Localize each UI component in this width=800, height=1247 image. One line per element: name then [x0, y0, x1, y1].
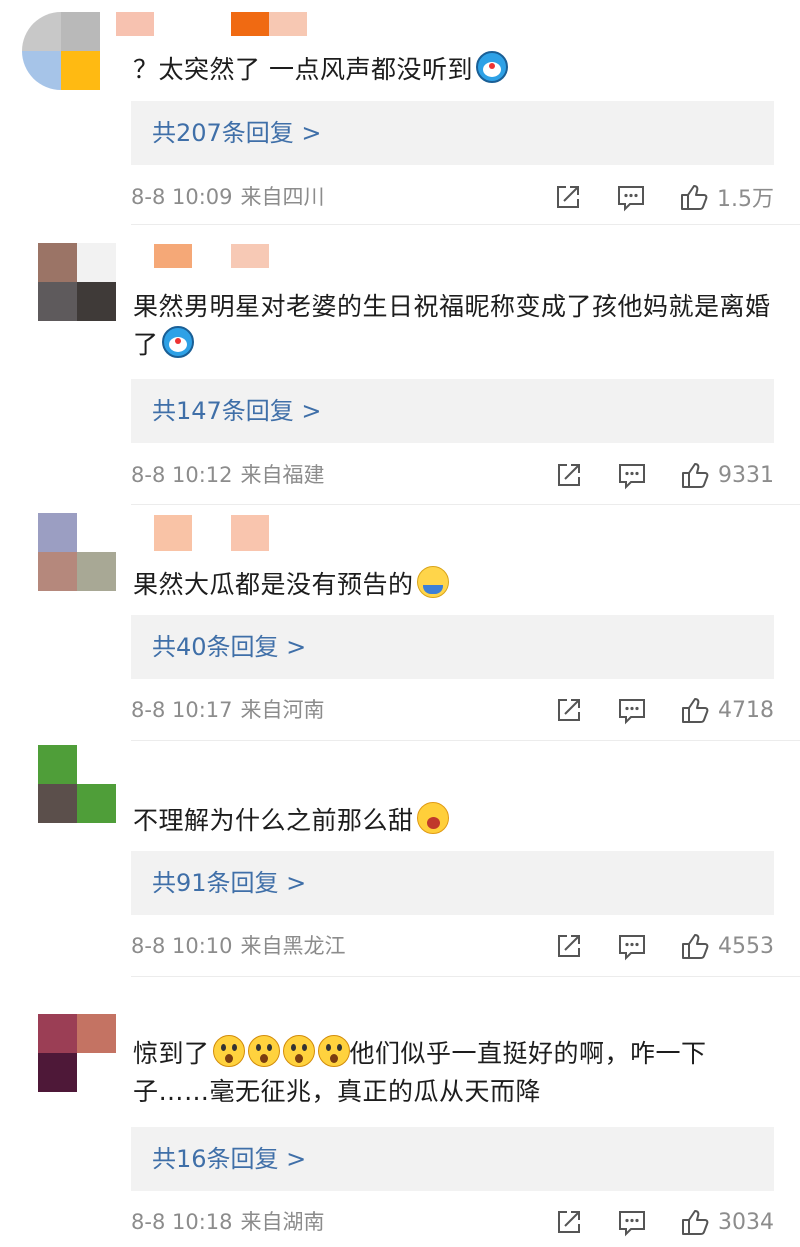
comment-actions: 1.5万 [553, 181, 774, 213]
comment-date: 8-8 10:18 [131, 1210, 233, 1234]
blank-stare-emoji [416, 566, 449, 598]
comment-text-content: 果然男明星对老婆的生日祝福昵称变成了孩他妈就是离婚了 [133, 292, 771, 359]
comment-text-content: ？太突然了 一点风声都没听到 [133, 55, 473, 84]
shocked-emoji [317, 1035, 350, 1067]
view-replies-link[interactable]: 共207条回复 > [131, 101, 774, 165]
share-icon[interactable] [553, 182, 583, 212]
comment-icon[interactable] [617, 460, 647, 490]
share-icon[interactable] [554, 695, 584, 725]
thumbs-up-icon[interactable] [679, 182, 709, 212]
crying-emoji [416, 802, 449, 834]
comment-text: 不理解为什么之前那么甜 [133, 802, 774, 840]
comment-item: 不理解为什么之前那么甜 共91条回复 > 8-8 10:10 来自黑龙江 4553 [0, 741, 800, 977]
comment-location: 来自四川 [240, 185, 325, 209]
share-icon[interactable] [554, 931, 584, 961]
doraemon-emoji [161, 326, 194, 358]
comment-actions: 9331 [554, 459, 774, 491]
comment-meta: 8-8 10:10 来自黑龙江 [131, 931, 346, 961]
comment-actions: 3034 [554, 1206, 774, 1238]
comment-meta: 8-8 10:18 来自湖南 [131, 1207, 325, 1237]
comment-date: 8-8 10:09 [131, 185, 233, 209]
comment-text: ？太突然了 一点风声都没听到 [133, 51, 774, 89]
share-icon[interactable] [554, 460, 584, 490]
comment-icon[interactable] [617, 931, 647, 961]
comment-icon[interactable] [617, 1207, 647, 1237]
username-obscured[interactable] [116, 515, 316, 551]
share-icon[interactable] [554, 1207, 584, 1237]
comment-date: 8-8 10:10 [131, 934, 233, 958]
comment-date: 8-8 10:17 [131, 698, 233, 722]
like-count: 9331 [718, 462, 774, 488]
avatar[interactable] [38, 243, 116, 321]
comment-item: 惊到了 他们似乎一直挺好的啊，咋一下子……毫无征兆，真正的瓜从天而降 共16条回复… [0, 977, 800, 1247]
thumbs-up-icon[interactable] [680, 695, 710, 725]
view-replies-link[interactable]: 共40条回复 > [131, 615, 774, 679]
shocked-emoji [247, 1035, 280, 1067]
avatar[interactable] [22, 12, 100, 90]
avatar[interactable] [38, 745, 116, 823]
like-count: 1.5万 [717, 187, 774, 212]
thumbs-up-icon[interactable] [680, 460, 710, 490]
comment-icon[interactable] [617, 695, 647, 725]
comment-actions: 4718 [554, 694, 774, 726]
view-replies-link[interactable]: 共16条回复 > [131, 1127, 774, 1191]
doraemon-emoji [475, 51, 508, 83]
shocked-emoji [212, 1035, 245, 1067]
shocked-emoji [282, 1035, 315, 1067]
like-count: 4553 [718, 933, 774, 959]
comment-date: 8-8 10:12 [131, 463, 233, 487]
comment-icon[interactable] [616, 182, 646, 212]
thumbs-up-icon[interactable] [680, 931, 710, 961]
comment-location: 来自河南 [240, 698, 325, 722]
view-replies-link[interactable]: 共91条回复 > [131, 851, 774, 915]
thumbs-up-icon[interactable] [680, 1207, 710, 1237]
like-count: 4718 [718, 697, 774, 723]
comment-text: 惊到了 他们似乎一直挺好的啊，咋一下子……毫无征兆，真正的瓜从天而降 [133, 1035, 774, 1111]
comment-location: 来自福建 [240, 463, 325, 487]
view-replies-link[interactable]: 共147条回复 > [131, 379, 774, 443]
comment-item: 果然大瓜都是没有预告的 共40条回复 > 8-8 10:17 来自河南 4718 [0, 505, 800, 741]
comment-meta: 8-8 10:09 来自四川 [131, 182, 325, 212]
avatar[interactable] [38, 1014, 116, 1092]
like-count: 3034 [718, 1209, 774, 1235]
comment-meta: 8-8 10:12 来自福建 [131, 460, 325, 490]
comment-location: 来自湖南 [240, 1210, 325, 1234]
comment-text-content: 不理解为什么之前那么甜 [133, 806, 414, 835]
avatar[interactable] [38, 513, 116, 591]
username-obscured[interactable] [116, 12, 316, 36]
comment-location: 来自黑龙江 [240, 934, 346, 958]
comment-text: 果然男明星对老婆的生日祝福昵称变成了孩他妈就是离婚了 [133, 288, 774, 364]
comment-text-content: 惊到了 [133, 1039, 210, 1068]
comment-text-content: 果然大瓜都是没有预告的 [133, 570, 414, 599]
comment-text: 果然大瓜都是没有预告的 [133, 566, 774, 604]
comment-item: ？太突然了 一点风声都没听到 共207条回复 > 8-8 10:09 来自四川 1… [0, 0, 800, 225]
comment-item: 果然男明星对老婆的生日祝福昵称变成了孩他妈就是离婚了 共147条回复 > 8-8… [0, 225, 800, 505]
comment-meta: 8-8 10:17 来自河南 [131, 695, 325, 725]
username-obscured[interactable] [116, 244, 316, 268]
comment-actions: 4553 [554, 930, 774, 962]
